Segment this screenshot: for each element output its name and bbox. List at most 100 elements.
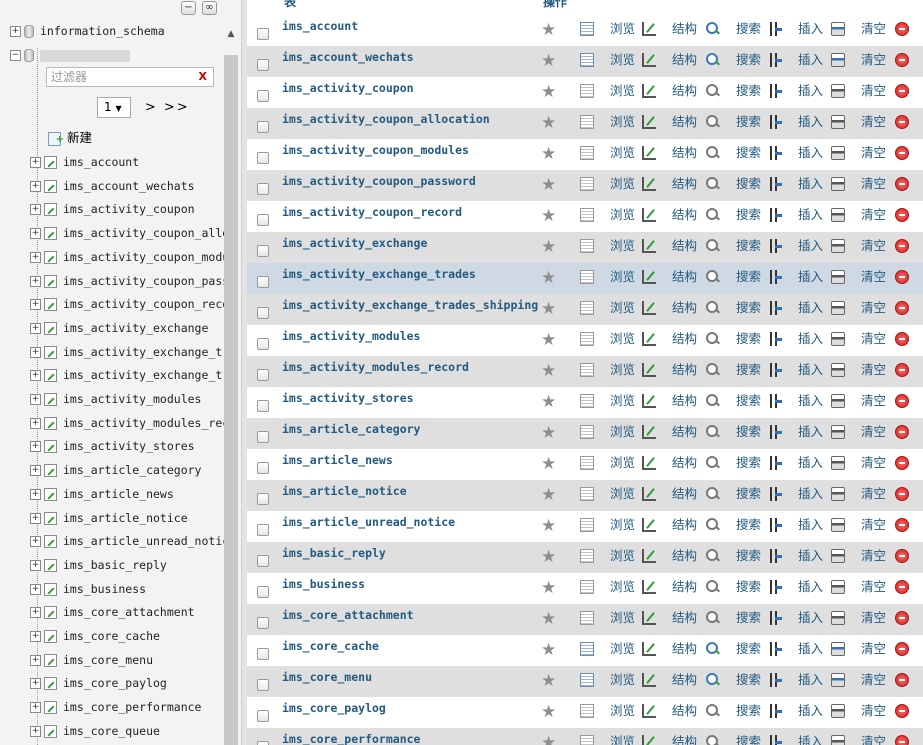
expand-icon[interactable]: + — [10, 26, 21, 37]
table-name-link[interactable]: ims_activity_exchange_trades_shipping — [282, 298, 538, 312]
favorite-star-icon[interactable]: ★ — [541, 362, 556, 380]
table-name-link[interactable]: ims_activity_coupon_allocation — [282, 112, 490, 126]
nav-table-label[interactable]: ims_activity_exchange_trades_shipping — [63, 368, 224, 382]
browse-action[interactable]: 浏览 — [580, 206, 635, 224]
row-checkbox[interactable] — [257, 307, 269, 319]
table-structure-icon[interactable] — [44, 345, 57, 359]
browse-action[interactable]: 浏览 — [580, 547, 635, 565]
empty-action[interactable]: 清空 — [831, 361, 886, 379]
search-action[interactable]: 搜索 — [706, 609, 761, 627]
nav-table-label[interactable]: ims_activity_coupon — [63, 202, 195, 216]
nav-table-label[interactable]: ims_core_paylog — [63, 676, 167, 690]
nav-table-item[interactable]: + ims_activity_stores — [0, 435, 224, 457]
table-structure-icon[interactable] — [44, 677, 57, 691]
row-checkbox[interactable] — [257, 214, 269, 226]
favorite-star-icon[interactable]: ★ — [541, 455, 556, 473]
table-structure-icon[interactable] — [44, 511, 57, 525]
drop-table-icon[interactable] — [895, 425, 909, 439]
nav-database-current[interactable]: − — [0, 44, 224, 66]
drop-table-icon[interactable] — [895, 611, 909, 625]
expand-icon[interactable]: + — [30, 299, 41, 311]
nav-table-item[interactable]: + ims_activity_exchange_trades — [0, 341, 224, 363]
browse-action[interactable]: 浏览 — [580, 454, 635, 472]
drop-table-icon[interactable] — [895, 177, 909, 191]
favorite-star-icon[interactable]: ★ — [541, 52, 556, 70]
insert-action[interactable]: 插入 — [768, 144, 823, 162]
favorite-star-icon[interactable]: ★ — [541, 207, 556, 225]
favorite-star-icon[interactable]: ★ — [541, 331, 556, 349]
browse-action[interactable]: 浏览 — [580, 82, 635, 100]
row-checkbox[interactable] — [257, 152, 269, 164]
favorite-star-icon[interactable]: ★ — [541, 610, 556, 628]
table-name-link[interactable]: ims_activity_coupon_record — [282, 205, 462, 219]
expand-icon[interactable]: + — [30, 417, 41, 429]
row-checkbox[interactable] — [257, 121, 269, 133]
structure-action[interactable]: 结构 — [642, 547, 697, 565]
table-name-link[interactable]: ims_activity_coupon_password — [282, 174, 476, 188]
row-checkbox[interactable] — [257, 648, 269, 660]
empty-action[interactable]: 清空 — [831, 51, 886, 69]
structure-action[interactable]: 结构 — [642, 609, 697, 627]
insert-action[interactable]: 插入 — [768, 516, 823, 534]
structure-action[interactable]: 结构 — [642, 454, 697, 472]
favorite-star-icon[interactable]: ★ — [541, 300, 556, 318]
expand-icon[interactable]: + — [30, 228, 41, 240]
expand-icon[interactable]: + — [30, 536, 41, 548]
structure-action[interactable]: 结构 — [642, 268, 697, 286]
table-structure-icon[interactable] — [44, 558, 57, 572]
structure-action[interactable]: 结构 — [642, 578, 697, 596]
row-checkbox[interactable] — [257, 183, 269, 195]
favorite-star-icon[interactable]: ★ — [541, 672, 556, 690]
row-checkbox[interactable] — [257, 493, 269, 505]
table-name-link[interactable]: ims_article_notice — [282, 484, 407, 498]
favorite-star-icon[interactable]: ★ — [541, 486, 556, 504]
next-page-links[interactable]: > >> — [145, 100, 190, 115]
drop-table-icon[interactable] — [895, 208, 909, 222]
clear-filter-icon[interactable]: X — [199, 68, 207, 86]
drop-table-icon[interactable] — [895, 735, 909, 745]
drop-table-icon[interactable] — [895, 239, 909, 253]
nav-table-label[interactable]: ims_core_performance — [63, 700, 201, 714]
nav-table-item[interactable]: + ims_activity_modules — [0, 388, 224, 410]
browse-action[interactable]: 浏览 — [580, 423, 635, 441]
empty-action[interactable]: 清空 — [831, 547, 886, 565]
nav-table-label[interactable]: ims_core_cache — [63, 629, 160, 643]
empty-action[interactable]: 清空 — [831, 82, 886, 100]
table-name-link[interactable]: ims_core_performance — [282, 732, 420, 745]
drop-table-icon[interactable] — [895, 301, 909, 315]
favorite-star-icon[interactable]: ★ — [541, 176, 556, 194]
favorite-star-icon[interactable]: ★ — [541, 238, 556, 256]
empty-action[interactable]: 清空 — [831, 392, 886, 410]
empty-action[interactable]: 清空 — [831, 640, 886, 658]
drop-table-icon[interactable] — [895, 22, 909, 36]
nav-table-item[interactable]: + ims_account — [0, 151, 224, 173]
search-action[interactable]: 搜索 — [706, 454, 761, 472]
structure-action[interactable]: 结构 — [642, 20, 697, 38]
drop-table-icon[interactable] — [895, 332, 909, 346]
expand-icon[interactable]: + — [30, 346, 41, 358]
empty-action[interactable]: 清空 — [831, 733, 886, 745]
nav-table-item[interactable]: + ims_core_queue — [0, 720, 224, 742]
search-action[interactable]: 搜索 — [706, 299, 761, 317]
drop-table-icon[interactable] — [895, 394, 909, 408]
nav-table-item[interactable]: + ims_activity_modules_record — [0, 412, 224, 434]
empty-action[interactable]: 清空 — [831, 237, 886, 255]
expand-icon[interactable]: + — [30, 678, 41, 690]
empty-action[interactable]: 清空 — [831, 609, 886, 627]
page-select[interactable]: 1 ▼ — [97, 97, 131, 118]
favorite-star-icon[interactable]: ★ — [541, 114, 556, 132]
nav-table-label[interactable]: ims_core_attachment — [63, 605, 195, 619]
browse-action[interactable]: 浏览 — [580, 51, 635, 69]
table-structure-icon[interactable] — [44, 321, 57, 335]
table-structure-icon[interactable] — [44, 156, 57, 169]
nav-table-label[interactable]: ims_activity_coupon_allocation — [63, 226, 224, 240]
structure-action[interactable]: 结构 — [642, 82, 697, 100]
nav-table-label[interactable]: ims_activity_coupon_record — [63, 297, 224, 311]
table-structure-icon[interactable] — [44, 298, 57, 312]
insert-action[interactable]: 插入 — [768, 330, 823, 348]
table-name-link[interactable]: ims_core_paylog — [282, 701, 386, 715]
table-filter-input[interactable]: 过滤器 X — [46, 67, 214, 87]
row-checkbox[interactable] — [257, 462, 269, 474]
empty-action[interactable]: 清空 — [831, 144, 886, 162]
drop-table-icon[interactable] — [895, 115, 909, 129]
